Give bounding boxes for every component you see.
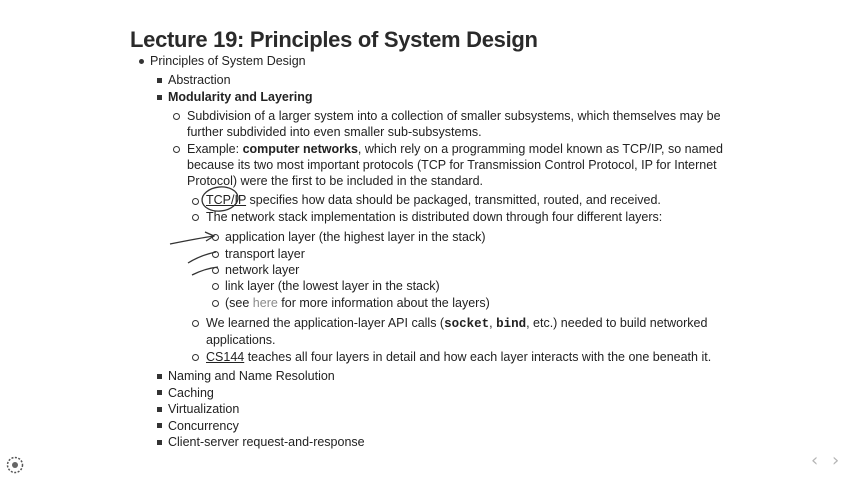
bullet-circle xyxy=(192,198,199,205)
presenter-logo-icon xyxy=(6,456,24,474)
ink-arrow-application xyxy=(169,231,216,245)
example-bold: computer networks xyxy=(242,142,358,156)
cs144-link[interactable]: CS144 xyxy=(206,350,244,364)
item-layer-application: application layer (the highest layer in … xyxy=(225,230,486,244)
item-cs144: CS144 teaches all four layers in detail … xyxy=(206,349,711,365)
bullet-circle xyxy=(192,354,199,361)
item-see-here: (see here for more information about the… xyxy=(225,295,490,311)
example-prefix: Example: xyxy=(187,142,243,156)
item-abstraction: Abstraction xyxy=(168,73,231,87)
bullet-circle xyxy=(212,251,219,258)
bullet-circle xyxy=(212,267,219,274)
bullet-circle xyxy=(212,283,219,290)
bullet-square xyxy=(157,423,162,428)
example-rest: , which rely on a programming model know… xyxy=(357,142,723,156)
item-layer-transport: transport layer xyxy=(225,247,305,261)
here-link[interactable]: here xyxy=(253,296,278,310)
item-example-line1: Example: computer networks, which rely o… xyxy=(187,141,723,157)
see-prefix: (see xyxy=(225,296,253,310)
api-bind: bind xyxy=(496,317,527,331)
bullet-disc xyxy=(139,59,144,64)
item-subdivision-line2: further subdivided into even smaller sub… xyxy=(187,125,482,139)
item-virtualization: Virtualization xyxy=(168,402,240,416)
see-rest: for more information about the layers) xyxy=(277,296,490,310)
item-principles: Principles of System Design xyxy=(150,54,306,68)
bullet-square xyxy=(157,374,162,379)
item-concurrency: Concurrency xyxy=(168,419,239,433)
bullet-circle xyxy=(192,214,199,221)
item-modularity: Modularity and Layering xyxy=(168,90,313,104)
bullet-square xyxy=(157,390,162,395)
slide-title: Lecture 19: Principles of System Design xyxy=(130,27,538,52)
item-stack: The network stack implementation is dist… xyxy=(206,210,663,224)
api-rest: , etc.) needed to build networked xyxy=(526,316,708,330)
bullet-circle xyxy=(212,234,219,241)
item-naming: Naming and Name Resolution xyxy=(168,369,335,383)
item-client-server: Client-server request-and-response xyxy=(168,435,365,449)
bullet-circle xyxy=(173,113,180,120)
next-slide-icon[interactable]: › xyxy=(832,450,839,471)
item-api-line2: applications. xyxy=(206,333,276,347)
item-example-line2: because its two most important protocols… xyxy=(187,158,717,172)
item-caching: Caching xyxy=(168,386,214,400)
item-api-line1: We learned the application-layer API cal… xyxy=(206,315,707,332)
api-socket: socket xyxy=(444,317,490,331)
bullet-square xyxy=(157,440,162,445)
tcpip-rest: specifies how data should be packaged, t… xyxy=(246,193,661,207)
bullet-square xyxy=(157,78,162,83)
item-layer-link: link layer (the lowest layer in the stac… xyxy=(225,279,440,293)
api-prefix: We learned the application-layer API cal… xyxy=(206,316,445,330)
prev-slide-icon[interactable]: ‹ xyxy=(811,450,818,471)
item-subdivision-line1: Subdivision of a larger system into a co… xyxy=(187,109,721,123)
item-layer-network: network layer xyxy=(225,263,300,277)
item-example-line3: Protocol) were the first to be included … xyxy=(187,174,483,188)
cs144-rest: teaches all four layers in detail and ho… xyxy=(244,350,712,364)
bullet-square xyxy=(157,407,162,412)
item-tcpip: TCP/IP specifies how data should be pack… xyxy=(206,192,661,208)
bullet-circle xyxy=(192,320,199,327)
bullet-circle xyxy=(173,146,180,153)
bullet-square xyxy=(157,95,162,100)
tcpip-link[interactable]: TCP/IP xyxy=(206,193,246,207)
bullet-circle xyxy=(212,300,219,307)
